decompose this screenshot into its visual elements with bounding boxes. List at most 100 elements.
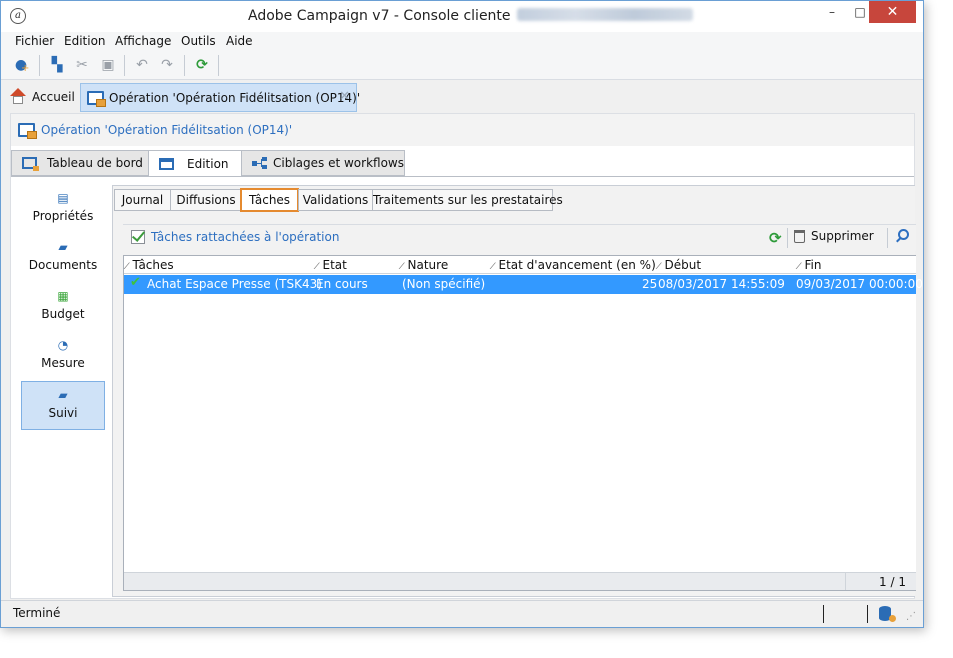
column-header-debut[interactable]: ⁄ Début: [658, 258, 701, 272]
tab-ciblages-workflows[interactable]: Ciblages et workflows: [241, 150, 405, 176]
edition-workspace: ▤ Propriétés ▰ Documents ▦ Budget ◔ Mesu…: [11, 176, 923, 598]
budget-icon: ▦: [57, 289, 69, 303]
redo-icon[interactable]: ↷: [158, 56, 176, 74]
cell-end: 09/03/2017 00:00:00: [796, 277, 923, 291]
menu-edition[interactable]: Edition: [64, 34, 106, 48]
nav-mesure[interactable]: ◔ Mesure: [21, 332, 105, 381]
menu-affichage[interactable]: Affichage: [115, 34, 171, 48]
tasks-toolbar: Tâches rattachées à l'opération ⟳ Suppri…: [123, 224, 916, 251]
home-icon: [9, 88, 27, 106]
tab-label: Edition: [187, 156, 229, 171]
window-title-text: Adobe Campaign v7 - Console cliente: [248, 8, 511, 24]
status-bar: Terminé ⋰: [1, 600, 923, 627]
column-header-nature[interactable]: ⁄ Nature: [401, 258, 448, 272]
home-tab-label: Accueil: [32, 90, 75, 104]
menu-fichier[interactable]: Fichier: [15, 34, 54, 48]
edition-icon: [159, 157, 174, 170]
task-status-check-icon: ✔: [130, 275, 141, 290]
nav-suivi[interactable]: ▰ Suivi: [21, 381, 105, 430]
nav-budget[interactable]: ▦ Budget: [21, 283, 105, 332]
new-user-icon[interactable]: ● +: [12, 56, 30, 74]
subtab-diffusions[interactable]: Diffusions: [170, 189, 242, 211]
tab-label: Tableau de bord: [47, 156, 143, 170]
menu-outils[interactable]: Outils: [181, 34, 216, 48]
grid-header: ⁄ Tâches ⁄ Etat ⁄ Nature ⁄ Etat d'avancement…: [124, 256, 916, 274]
refresh-icon[interactable]: ⟳: [769, 229, 782, 247]
pager: 1 / 1: [879, 575, 906, 589]
tab-label: Ciblages et workflows: [273, 156, 404, 170]
column-header-taches[interactable]: ⁄ Tâches: [126, 258, 174, 272]
operation-icon: [18, 123, 37, 139]
maximize-button[interactable]: □: [850, 1, 870, 23]
main-toolbar: ● + ▚ ✂ ▣ ↶ ↷ ⟳: [1, 51, 923, 80]
copy-icon[interactable]: ▚: [48, 56, 66, 74]
status-text: Terminé: [13, 606, 61, 620]
tracking-icon: ▰: [58, 388, 68, 402]
grid-footer: 1 / 1: [124, 572, 916, 590]
documents-icon: ▰: [58, 240, 68, 254]
tab-tableau-de-bord[interactable]: Tableau de bord: [11, 150, 149, 176]
cell-progress: 25: [642, 277, 658, 291]
close-tab-icon[interactable]: ✕: [339, 89, 350, 104]
nav-label: Propriétés: [32, 209, 94, 223]
operation-tab[interactable]: Opération 'Opération Fidélitsation (OP14…: [80, 83, 361, 112]
home-tab[interactable]: Accueil: [9, 87, 75, 107]
database-icon: [879, 606, 896, 622]
suivi-panel: Journal Diffusions Tâches Validations Tr…: [112, 185, 923, 597]
column-header-avancement[interactable]: ⁄ Etat d'avancement (en %): [492, 258, 656, 272]
toolbar-separator: [124, 55, 125, 76]
tasks-grid: ⁄ Tâches ⁄ Etat ⁄ Nature ⁄ Etat d'avancement…: [123, 255, 923, 591]
nav-label: Budget: [41, 307, 85, 321]
dashboard-icon: [22, 157, 39, 171]
tab-edition[interactable]: Edition: [148, 150, 242, 177]
operation-icon: [87, 90, 106, 107]
toolbar-separator: [218, 55, 219, 76]
toolbar-separator: [184, 55, 185, 76]
cell-task: Achat Espace Presse (TSK43): [147, 277, 322, 291]
column-header-fin[interactable]: ⁄ Fin: [798, 258, 821, 272]
cell-start: 08/03/2017 14:55:09: [658, 277, 785, 291]
nav-proprietes[interactable]: ▤ Propriétés: [21, 185, 105, 234]
tasks-list-title: Tâches rattachées à l'opération: [131, 230, 339, 244]
gauge-icon: ◔: [57, 338, 69, 352]
toolbar-separator: [787, 228, 788, 248]
trash-icon: [794, 229, 805, 243]
undo-icon[interactable]: ↶: [133, 56, 151, 74]
cell-state: En cours: [316, 277, 368, 291]
paste-icon[interactable]: ▣: [99, 56, 117, 74]
clipboard-icon: ▤: [57, 191, 69, 205]
column-header-etat[interactable]: ⁄ Etat: [316, 258, 347, 272]
nav-documents[interactable]: ▰ Documents: [21, 234, 105, 283]
open-tabs-bar: Accueil Opération 'Opération Fidélitsati…: [1, 81, 923, 113]
subtab-taches[interactable]: Tâches: [240, 188, 299, 212]
operation-title: Opération 'Opération Fidélitsation (OP14…: [41, 123, 293, 137]
operation-content: Opération 'Opération Fidélitsation (OP14…: [10, 113, 923, 599]
status-separator: [867, 605, 868, 623]
menu-aide[interactable]: Aide: [226, 34, 253, 48]
table-row[interactable]: ✔ Achat Espace Presse (TSK43) En cours (…: [124, 275, 923, 294]
nav-label: Suivi: [48, 406, 78, 420]
refresh-icon[interactable]: ⟳: [193, 56, 211, 74]
subtab-validations[interactable]: Validations: [298, 189, 373, 211]
cut-icon[interactable]: ✂: [73, 56, 91, 74]
menu-bar: Fichier Edition Affichage Outils Aide: [1, 32, 923, 51]
subtab-journal[interactable]: Journal: [114, 189, 171, 211]
app-logo-icon: a: [10, 8, 26, 24]
resize-grip-icon[interactable]: ⋰: [906, 611, 916, 622]
close-button[interactable]: ✕: [869, 1, 916, 23]
toolbar-separator: [887, 228, 888, 248]
blurred-server-info: [516, 8, 693, 21]
nav-label: Mesure: [41, 356, 85, 370]
operation-tab-label: Opération 'Opération Fidélitsation (OP14…: [109, 90, 361, 105]
main-tabs: Tableau de bord Edition Ciblages et work…: [11, 150, 914, 177]
search-icon[interactable]: [898, 229, 909, 240]
delete-button[interactable]: Supprimer: [794, 229, 874, 243]
minimize-button[interactable]: –: [822, 1, 842, 23]
subtab-traitements[interactable]: Traitements sur les prestataires: [372, 189, 563, 211]
title-bar: a Adobe Campaign v7 - Console cliente – …: [1, 1, 923, 32]
app-window: a Adobe Campaign v7 - Console cliente – …: [0, 0, 924, 628]
operation-header: Opération 'Opération Fidélitsation (OP14…: [11, 114, 914, 146]
checkbox-icon: [131, 230, 145, 244]
nav-label: Documents: [28, 258, 98, 272]
workflow-icon: [252, 157, 267, 169]
